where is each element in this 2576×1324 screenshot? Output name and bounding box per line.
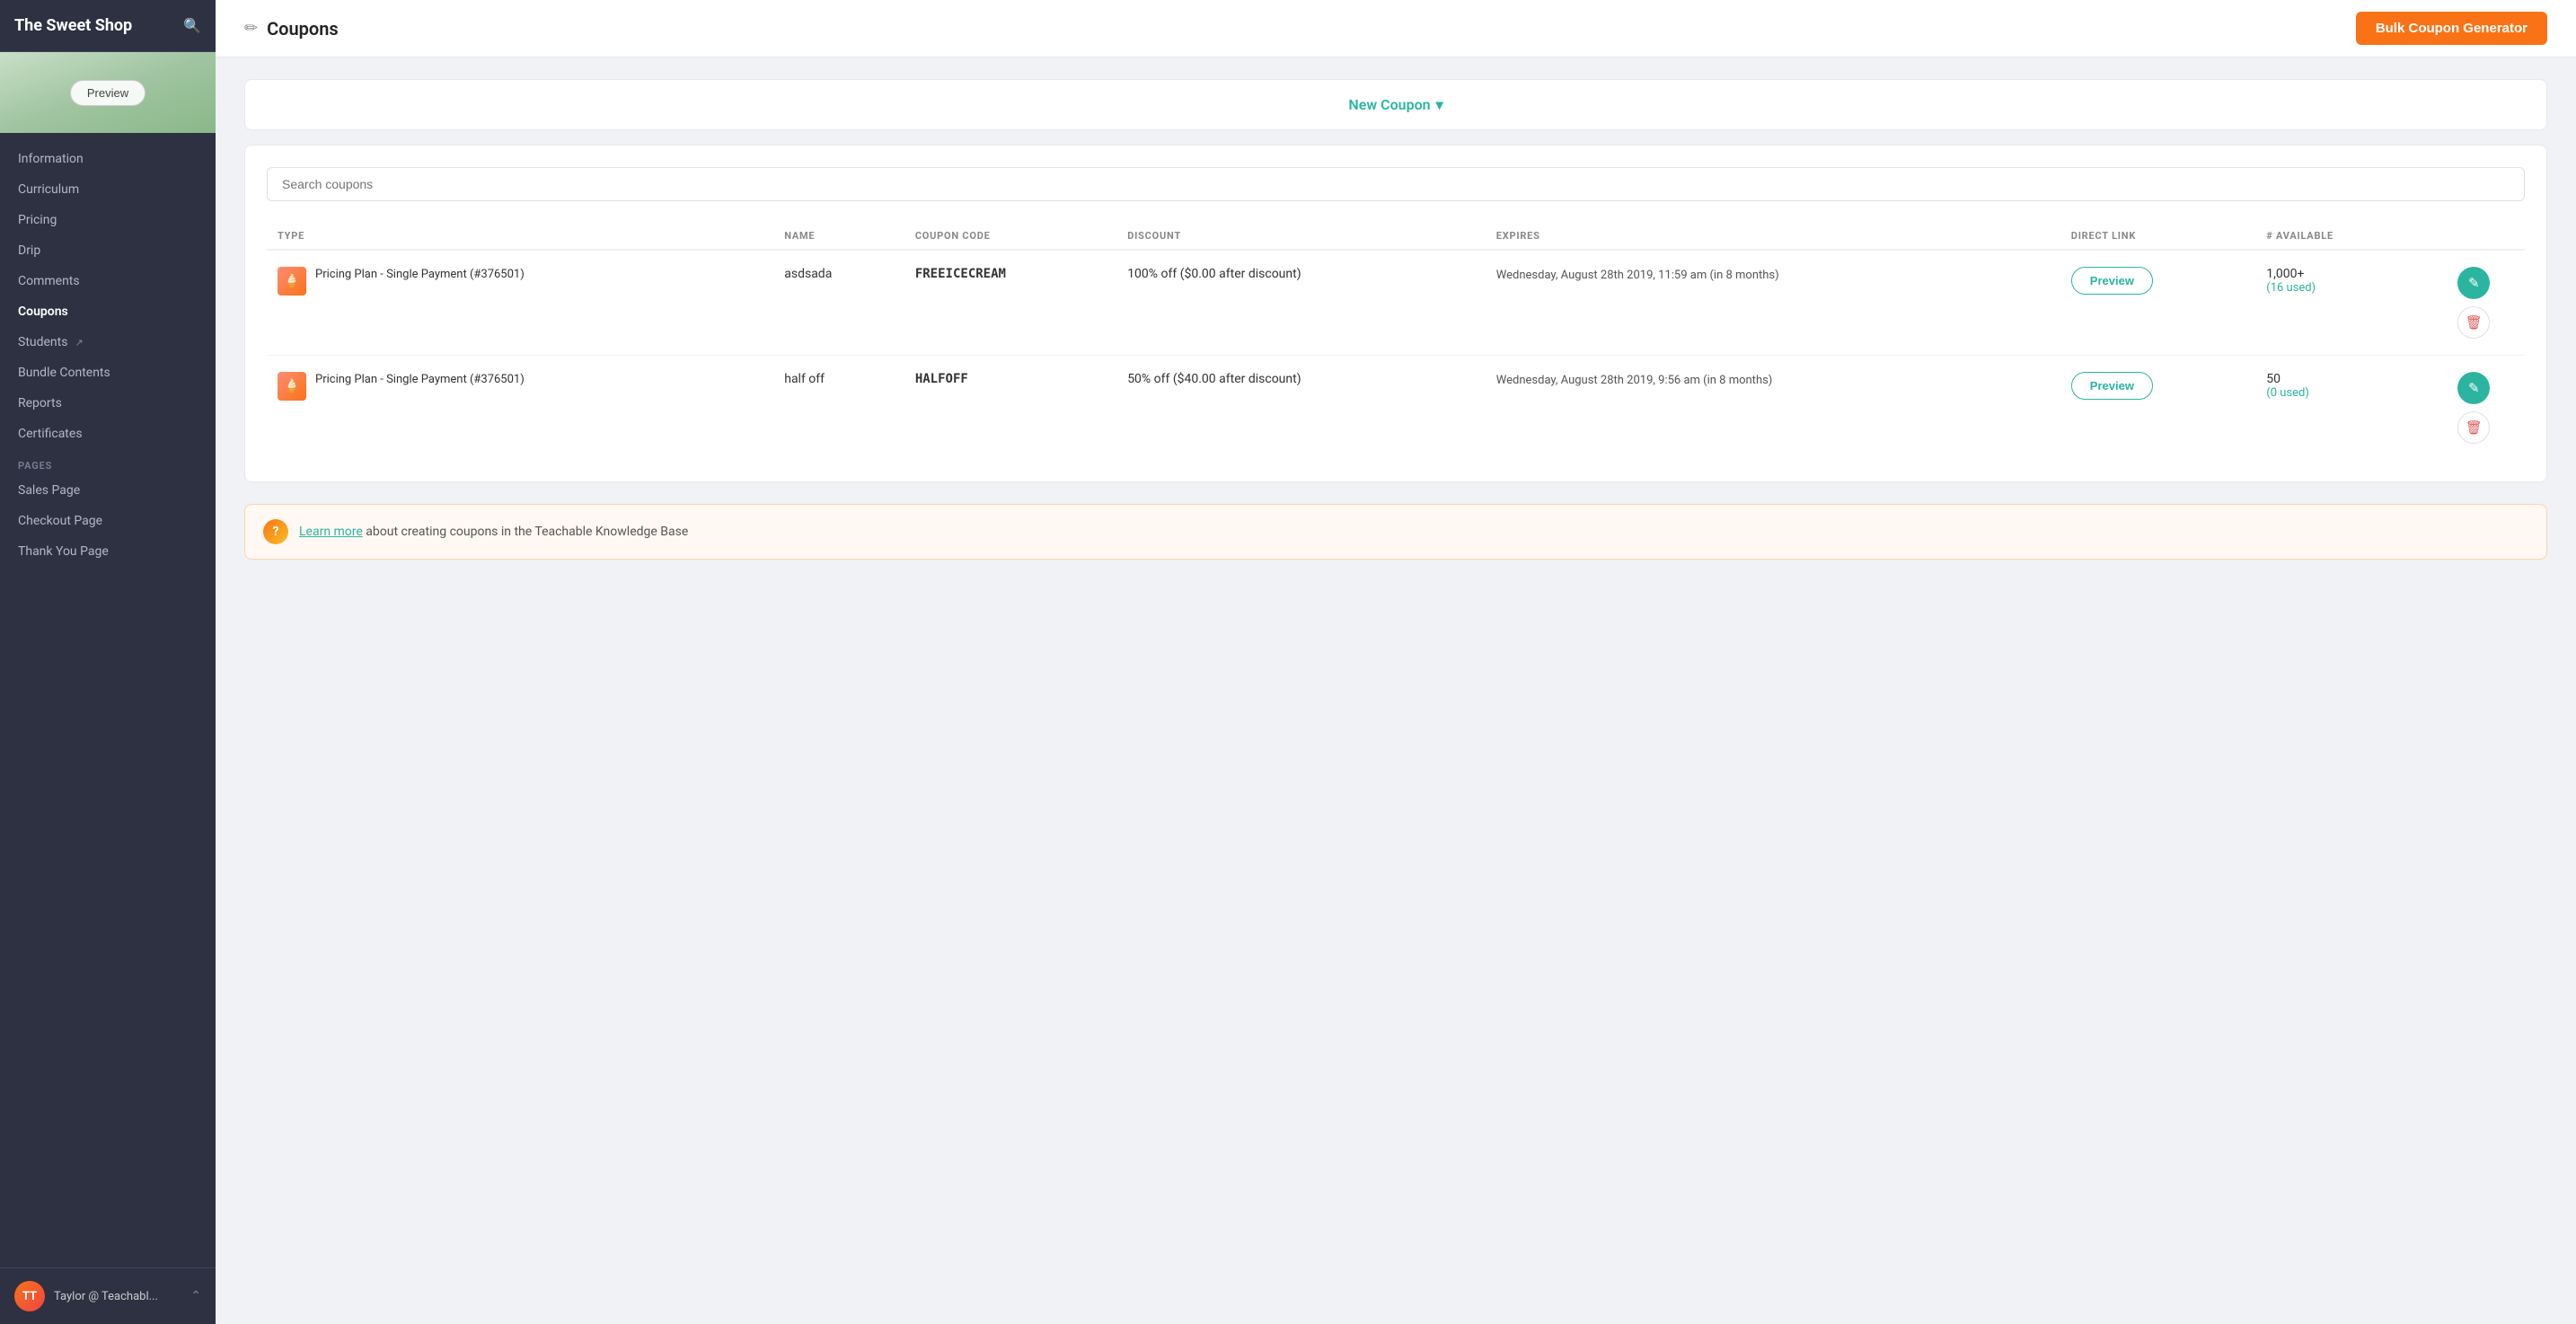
preview-button[interactable]: Preview <box>2071 372 2153 400</box>
sidebar-thumbnail: Preview <box>0 52 216 133</box>
info-banner: ? Learn more about creating coupons in t… <box>244 504 2547 560</box>
tag-icon: ✏ <box>244 19 258 38</box>
coupons-table: TYPE NAME COUPON CODE DISCOUNT EXPIRES D… <box>267 223 2525 460</box>
page-title: Coupons <box>267 18 339 40</box>
footer-username: Taylor @ Teachabl... <box>54 1290 158 1303</box>
sidebar-item-label: Comments <box>18 274 80 288</box>
sidebar-item-reports[interactable]: Reports <box>0 388 216 419</box>
search-icon[interactable]: 🔍 <box>183 17 201 34</box>
external-link-icon: ↗ <box>75 337 83 349</box>
preview-button[interactable]: Preview <box>2071 267 2153 295</box>
col-header-actions <box>2423 223 2525 250</box>
topbar: ✏ Coupons Bulk Coupon Generator <box>216 0 2576 57</box>
sidebar-item-label: Thank You Page <box>18 544 109 559</box>
expires-text: Wednesday, August 28th 2019, 9:56 am (in… <box>1496 374 1773 387</box>
bulk-coupon-generator-button[interactable]: Bulk Coupon Generator <box>2356 12 2547 45</box>
sidebar-item-label: Checkout Page <box>18 514 102 528</box>
topbar-left: ✏ Coupons <box>244 18 339 40</box>
coupon-name: asdsada <box>773 250 904 356</box>
sidebar-item-curriculum[interactable]: Curriculum <box>0 174 216 205</box>
sidebar-item-information[interactable]: Information <box>0 144 216 174</box>
coupon-code: HALFOFF <box>915 372 968 386</box>
action-buttons: ✎ 🗑 <box>2434 372 2514 444</box>
chevron-down-icon: ▾ <box>1436 96 1443 113</box>
sidebar-preview-button[interactable]: Preview <box>70 80 146 106</box>
edit-button[interactable]: ✎ <box>2457 267 2490 299</box>
discount-text: 100% off ($0.00 after discount) <box>1127 267 1301 281</box>
table-row: 🍦 Pricing Plan - Single Payment (#376501… <box>267 356 2525 461</box>
chevron-up-icon[interactable]: ⌃ <box>190 1289 201 1303</box>
sidebar-footer: TT Taylor @ Teachabl... ⌃ <box>0 1267 216 1324</box>
sidebar-item-label: Curriculum <box>18 182 79 197</box>
sidebar-item-checkout-page[interactable]: Checkout Page <box>0 506 216 536</box>
sidebar-item-label: Drip <box>18 243 40 258</box>
type-icon: 🍦 <box>278 267 306 296</box>
sidebar-item-label: Pricing <box>18 213 57 227</box>
coupon-name: half off <box>773 356 904 461</box>
sidebar-header: The Sweet Shop 🔍 <box>0 0 216 52</box>
type-text: Pricing Plan - Single Payment (#376501) <box>315 267 525 283</box>
used-count[interactable]: (0 used) <box>2266 386 2412 400</box>
main-content: ✏ Coupons Bulk Coupon Generator New Coup… <box>216 0 2576 1324</box>
sidebar-item-label: Sales Page <box>18 483 80 498</box>
sidebar-item-bundle-contents[interactable]: Bundle Contents <box>0 357 216 388</box>
info-banner-suffix: about creating coupons in the Teachable … <box>363 525 688 539</box>
avatar: TT <box>14 1281 45 1311</box>
type-icon: 🍦 <box>278 372 306 401</box>
sidebar-item-sales-page[interactable]: Sales Page <box>0 475 216 506</box>
sidebar-item-label: Coupons <box>18 305 68 319</box>
col-header-name: NAME <box>773 223 904 250</box>
edit-button[interactable]: ✎ <box>2457 372 2490 404</box>
available-count: 50 <box>2266 372 2412 386</box>
sidebar-item-drip[interactable]: Drip <box>0 235 216 266</box>
col-header-direct-link: DIRECT LINK <box>2060 223 2255 250</box>
sidebar-item-students[interactable]: Students ↗ <box>0 327 216 357</box>
sidebar-title: The Sweet Shop <box>14 16 132 35</box>
coupon-code: FREEICECREAM <box>915 267 1006 281</box>
available-count: 1,000+ <box>2266 267 2412 281</box>
col-header-discount: DISCOUNT <box>1116 223 1486 250</box>
sidebar-item-label: Certificates <box>18 427 83 441</box>
learn-more-link[interactable]: Learn more <box>299 525 363 539</box>
expires-text: Wednesday, August 28th 2019, 11:59 am (i… <box>1496 269 1779 282</box>
table-row: 🍦 Pricing Plan - Single Payment (#376501… <box>267 250 2525 356</box>
sidebar-nav: Information Curriculum Pricing Drip Comm… <box>0 133 216 1267</box>
available-cell: 1,000+ (16 used) <box>2266 267 2412 295</box>
search-input[interactable] <box>267 167 2525 201</box>
sidebar-item-thank-you-page[interactable]: Thank You Page <box>0 536 216 567</box>
available-cell: 50 (0 used) <box>2266 372 2412 400</box>
delete-button[interactable]: 🗑 <box>2457 306 2490 339</box>
sidebar-item-coupons[interactable]: Coupons <box>0 296 216 327</box>
sidebar-item-pricing[interactable]: Pricing <box>0 205 216 235</box>
sidebar-item-certificates[interactable]: Certificates <box>0 419 216 449</box>
new-coupon-bar[interactable]: New Coupon ▾ <box>244 79 2547 130</box>
col-header-available: # AVAILABLE <box>2255 223 2422 250</box>
type-text: Pricing Plan - Single Payment (#376501) <box>315 372 525 388</box>
info-banner-text: Learn more about creating coupons in the… <box>299 525 688 539</box>
new-coupon-label: New Coupon ▾ <box>1348 96 1442 113</box>
sidebar-item-label: Information <box>18 152 84 166</box>
col-header-expires: EXPIRES <box>1486 223 2060 250</box>
pages-section-label: PAGES <box>0 449 216 475</box>
sidebar-item-label: Students <box>18 335 67 349</box>
action-buttons: ✎ 🗑 <box>2434 267 2514 339</box>
sidebar-footer-user: TT Taylor @ Teachabl... <box>14 1281 158 1311</box>
sidebar: The Sweet Shop 🔍 Preview Information Cur… <box>0 0 216 1324</box>
sidebar-item-label: Reports <box>18 396 62 410</box>
sidebar-item-comments[interactable]: Comments <box>0 266 216 296</box>
type-cell: 🍦 Pricing Plan - Single Payment (#376501… <box>278 372 763 401</box>
info-icon: ? <box>263 519 288 544</box>
type-cell: 🍦 Pricing Plan - Single Payment (#376501… <box>278 267 763 296</box>
col-header-type: TYPE <box>267 223 773 250</box>
sidebar-item-label: Bundle Contents <box>18 366 110 380</box>
discount-text: 50% off ($40.00 after discount) <box>1127 372 1301 386</box>
coupons-card: TYPE NAME COUPON CODE DISCOUNT EXPIRES D… <box>244 145 2547 482</box>
used-count[interactable]: (16 used) <box>2266 281 2412 295</box>
new-coupon-text: New Coupon <box>1348 96 1430 113</box>
delete-button[interactable]: 🗑 <box>2457 411 2490 444</box>
col-header-coupon-code: COUPON CODE <box>904 223 1116 250</box>
content-area: New Coupon ▾ TYPE NAME COUPON CODE DISCO… <box>216 57 2576 1324</box>
